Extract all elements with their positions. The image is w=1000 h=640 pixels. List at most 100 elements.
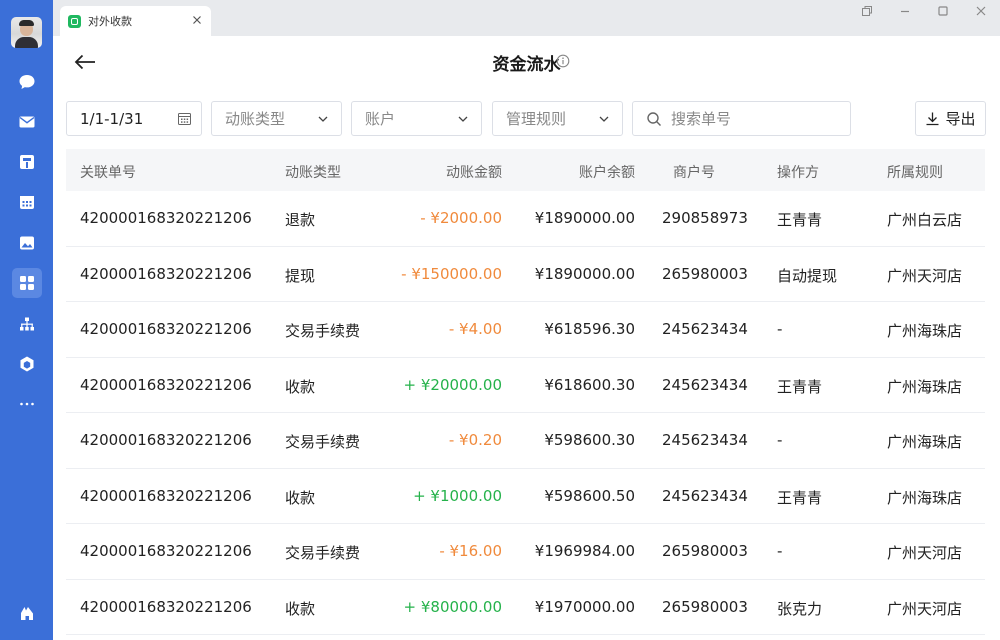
- cell-merchant: 265980003: [662, 264, 748, 283]
- calendar-icon[interactable]: [12, 187, 42, 217]
- org-icon[interactable]: [12, 309, 42, 339]
- cell-amount: - ¥16.00: [439, 542, 502, 560]
- cell-rule: 广州天河店: [887, 266, 963, 285]
- docs-icon[interactable]: [12, 147, 42, 177]
- table-row[interactable]: 420000168320221206 退款 - ¥2000.00 ¥189000…: [66, 191, 985, 247]
- cell-amount: - ¥4.00: [448, 320, 502, 338]
- cell-operator: 张克力: [777, 599, 823, 618]
- cell-type: 收款: [285, 488, 316, 507]
- account-select-label: 账户: [365, 110, 396, 128]
- cell-operator: 王青青: [777, 211, 823, 229]
- cell-amount: - ¥0.20: [448, 431, 502, 449]
- column-header: 所属规则: [887, 165, 943, 181]
- table-row[interactable]: 420000168320221206 收款 + ¥20000.00 ¥61860…: [66, 358, 985, 413]
- cell-amount: - ¥2000.00: [420, 209, 502, 227]
- cell-order-id: 420000168320221206: [80, 375, 252, 394]
- app-window: 对外收款 资金流水 1/1-1/31 动账类型 账户 管理规则 搜索单号 导出 …: [53, 0, 1000, 640]
- cell-amount: + ¥80000.00: [403, 597, 502, 616]
- column-header: 商户号: [673, 165, 715, 181]
- cell-rule: 广州天河店: [887, 599, 963, 618]
- cell-merchant: 265980003: [662, 597, 748, 616]
- window-close-icon[interactable]: [962, 0, 1000, 22]
- tab-external-payment[interactable]: 对外收款: [60, 6, 211, 36]
- cell-order-id: 420000168320221206: [80, 486, 252, 505]
- cell-type: 交易手续费: [285, 322, 361, 340]
- cell-balance: ¥1969984.00: [534, 542, 635, 560]
- table-body: 420000168320221206 退款 - ¥2000.00 ¥189000…: [66, 191, 985, 635]
- tab-bar: 对外收款: [53, 0, 1000, 36]
- search-placeholder: 搜索单号: [671, 110, 732, 128]
- cell-order-id: 420000168320221206: [80, 209, 252, 227]
- app-logo-icon: [68, 14, 81, 28]
- export-button[interactable]: 导出: [915, 101, 986, 136]
- home-icon[interactable]: [12, 598, 42, 628]
- cell-amount: + ¥20000.00: [403, 375, 502, 394]
- cell-rule: 广州海珠店: [887, 433, 963, 451]
- maximize-icon[interactable]: [924, 0, 962, 22]
- cell-type: 交易手续费: [285, 433, 361, 451]
- page-header: 资金流水: [53, 36, 1000, 88]
- close-icon[interactable]: [191, 14, 203, 26]
- cell-balance: ¥1890000.00: [534, 264, 635, 283]
- cell-operator: -: [777, 542, 783, 560]
- table-row[interactable]: 420000168320221206 交易手续费 - ¥4.00 ¥618596…: [66, 302, 985, 358]
- table-row[interactable]: 420000168320221206 交易手续费 - ¥16.00 ¥19699…: [66, 524, 985, 580]
- cell-type: 交易手续费: [285, 544, 361, 562]
- left-nav: [0, 0, 53, 640]
- cell-merchant: 245623434: [662, 431, 748, 449]
- cell-order-id: 420000168320221206: [80, 264, 252, 283]
- cell-rule: 广州天河店: [887, 544, 963, 562]
- image-icon[interactable]: [12, 228, 42, 258]
- account-select[interactable]: 账户: [351, 101, 482, 136]
- cell-balance: ¥618596.30: [544, 320, 635, 338]
- info-icon[interactable]: [556, 54, 570, 68]
- cell-order-id: 420000168320221206: [80, 597, 252, 616]
- cell-type: 收款: [285, 377, 316, 396]
- cell-amount: - ¥150000.00: [401, 264, 502, 283]
- search-input[interactable]: 搜索单号: [632, 101, 851, 136]
- restore-icon[interactable]: [848, 0, 886, 22]
- avatar[interactable]: [11, 17, 42, 48]
- download-icon: [926, 112, 939, 126]
- type-select[interactable]: 动账类型: [211, 101, 342, 136]
- cell-merchant: 265980003: [662, 542, 748, 560]
- table-row[interactable]: 420000168320221206 收款 + ¥1000.00 ¥598600…: [66, 469, 985, 524]
- cell-operator: 自动提现: [777, 266, 838, 285]
- cube-icon[interactable]: [12, 349, 42, 379]
- chevron-down-icon: [458, 116, 468, 122]
- apps-icon[interactable]: [12, 268, 42, 298]
- cell-order-id: 420000168320221206: [80, 431, 252, 449]
- filter-toolbar: 1/1-1/31 动账类型 账户 管理规则 搜索单号 导出: [53, 88, 1000, 148]
- page-title: 资金流水: [492, 55, 561, 75]
- cell-balance: ¥1890000.00: [534, 209, 635, 227]
- column-header: 动账类型: [285, 165, 341, 181]
- cell-balance: ¥598600.50: [544, 486, 635, 505]
- date-range-value: 1/1-1/31: [80, 109, 144, 128]
- rule-select[interactable]: 管理规则: [492, 101, 623, 136]
- mail-icon[interactable]: [12, 107, 42, 137]
- cell-rule: 广州海珠店: [887, 322, 963, 340]
- table-row[interactable]: 420000168320221206 提现 - ¥150000.00 ¥1890…: [66, 247, 985, 302]
- chat-icon[interactable]: [12, 67, 42, 97]
- cell-type: 收款: [285, 599, 316, 618]
- cell-balance: ¥598600.30: [544, 431, 635, 449]
- rule-select-label: 管理规则: [506, 110, 567, 128]
- search-icon: [647, 112, 661, 126]
- date-range-picker[interactable]: 1/1-1/31: [66, 101, 202, 136]
- cell-balance: ¥1970000.00: [534, 597, 635, 616]
- table-row[interactable]: 420000168320221206 收款 + ¥80000.00 ¥19700…: [66, 580, 985, 635]
- cell-rule: 广州海珠店: [887, 488, 963, 507]
- tab-title: 对外收款: [88, 15, 132, 28]
- table-row[interactable]: 420000168320221206 交易手续费 - ¥0.20 ¥598600…: [66, 413, 985, 469]
- cell-rule: 广州白云店: [887, 211, 963, 229]
- cell-operator: 王青青: [777, 488, 823, 507]
- cell-order-id: 420000168320221206: [80, 542, 252, 560]
- cell-merchant: 290858973: [662, 209, 748, 227]
- more-icon[interactable]: [12, 389, 42, 419]
- cell-merchant: 245623434: [662, 486, 748, 505]
- cell-amount: + ¥1000.00: [413, 486, 502, 505]
- minimize-icon[interactable]: [886, 0, 924, 22]
- cell-type: 退款: [285, 211, 316, 229]
- cell-balance: ¥618600.30: [544, 375, 635, 394]
- column-header: 关联单号: [80, 165, 136, 181]
